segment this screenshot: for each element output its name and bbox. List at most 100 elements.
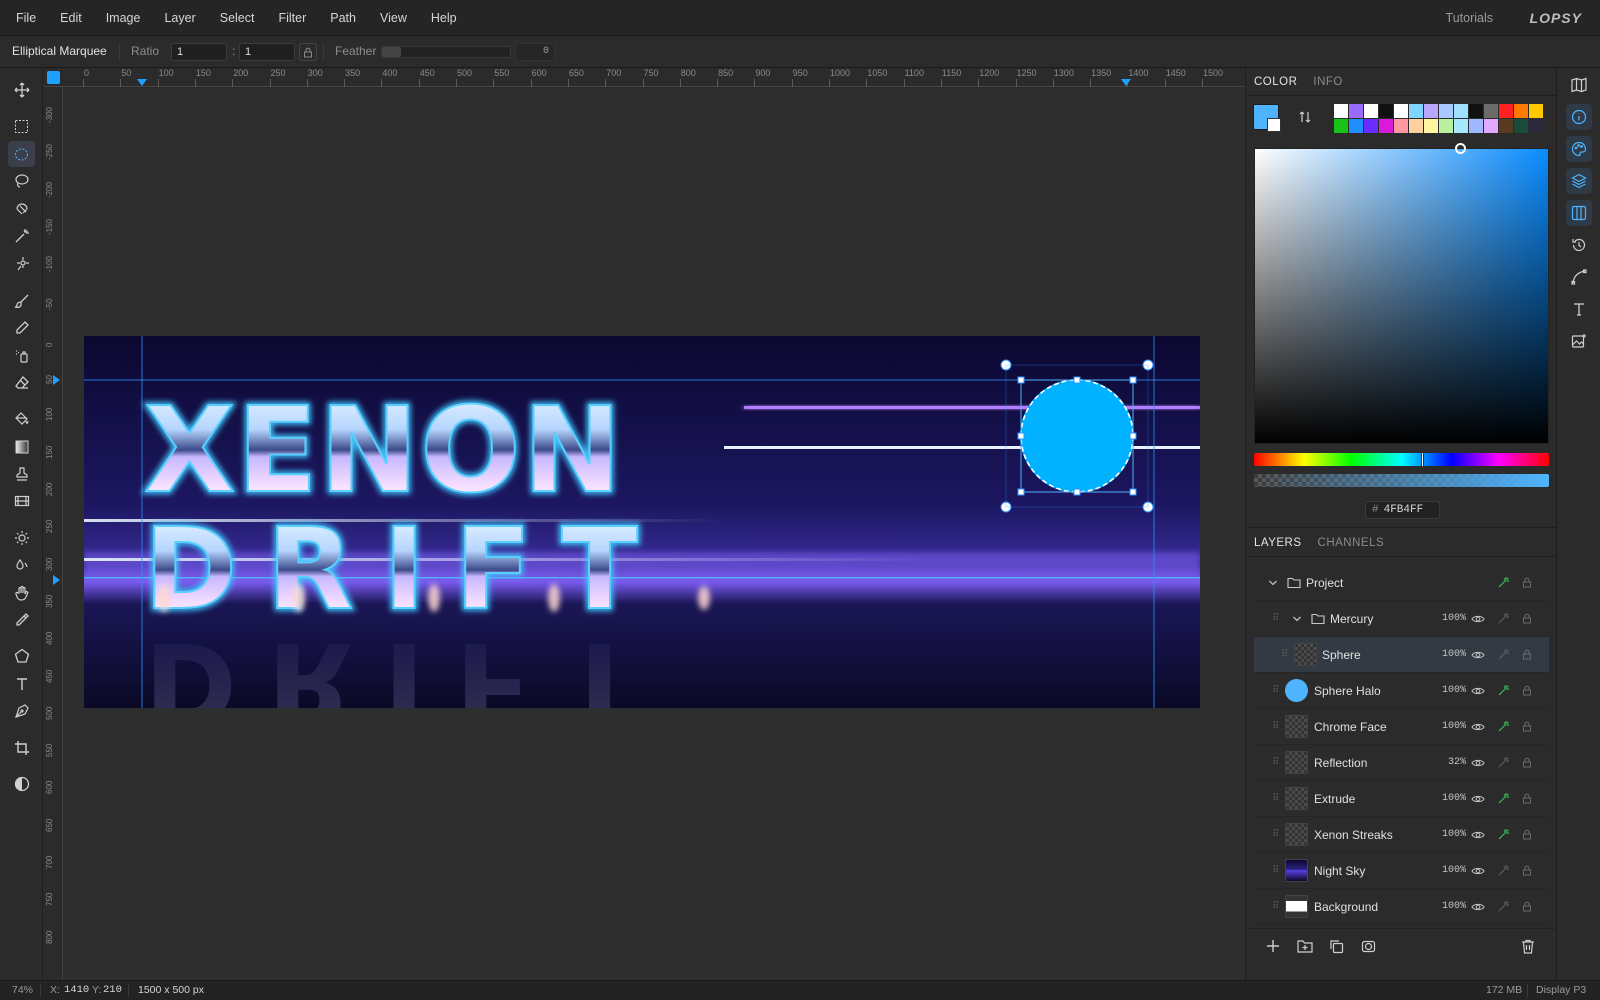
swap-colors-button[interactable] [1298, 110, 1312, 124]
contrast-tool[interactable] [8, 771, 35, 797]
eye-icon[interactable] [1471, 830, 1485, 840]
burn-tool[interactable] [8, 552, 35, 578]
info-panel-button[interactable] [1566, 104, 1592, 130]
eye-icon[interactable] [1471, 650, 1485, 660]
palette-swatch[interactable] [1484, 104, 1498, 118]
menu-view[interactable]: View [368, 0, 419, 36]
layer-opacity[interactable]: 32% [1436, 757, 1466, 768]
ruler-marker-left[interactable] [137, 79, 147, 86]
effects-wand-icon[interactable] [1497, 756, 1510, 769]
palette-swatch[interactable] [1394, 119, 1408, 133]
palette-swatch[interactable] [1499, 104, 1513, 118]
drag-handle-icon[interactable]: ⠿ [1281, 649, 1288, 660]
palette-swatch[interactable] [1379, 104, 1393, 118]
palette-swatch[interactable] [1454, 104, 1468, 118]
delete-layer-button[interactable] [1521, 939, 1535, 954]
layer-row[interactable]: ⠿ Night Sky 100% [1254, 853, 1549, 889]
feather-value[interactable]: 0 [515, 43, 555, 61]
effects-wand-icon[interactable] [1497, 864, 1510, 877]
palette-swatch[interactable] [1394, 104, 1408, 118]
ratio-lock-button[interactable] [299, 43, 317, 61]
character-panel-button[interactable] [1566, 296, 1592, 322]
menu-path[interactable]: Path [318, 0, 368, 36]
drag-handle-icon[interactable]: ⠿ [1272, 685, 1279, 696]
eye-icon[interactable] [1471, 686, 1485, 696]
lock-icon[interactable] [1522, 649, 1532, 660]
clone-stamp-tool[interactable] [8, 461, 35, 487]
paint-bucket-tool[interactable] [8, 406, 35, 432]
effects-wand-icon[interactable] [1497, 684, 1510, 697]
spray-tool[interactable] [8, 343, 35, 369]
add-group-button[interactable] [1297, 939, 1313, 953]
lock-icon[interactable] [1522, 865, 1532, 876]
hex-input[interactable]: #4FB4FF [1365, 501, 1440, 519]
layer-mask-button[interactable] [1361, 939, 1376, 954]
eye-icon[interactable] [1471, 866, 1485, 876]
image-panel-button[interactable] [1566, 328, 1592, 354]
menu-edit[interactable]: Edit [48, 0, 94, 36]
background-color-swatch[interactable] [1267, 118, 1281, 132]
ruler-marker-top[interactable] [53, 375, 60, 385]
layer-row[interactable]: ⠿ Extrude 100% [1254, 781, 1549, 817]
drag-handle-icon[interactable]: ⠿ [1272, 829, 1279, 840]
layer-row[interactable]: ⠿ Reflection 32% [1254, 745, 1549, 781]
gradient-tool[interactable] [8, 434, 35, 460]
layer-opacity[interactable]: 100% [1436, 793, 1466, 804]
layer-row[interactable]: ⠿ Xenon Streaks 100% [1254, 817, 1549, 853]
ellipse-marquee-tool[interactable] [8, 141, 35, 167]
chevron-down-icon[interactable] [1268, 579, 1278, 587]
ratio-height-input[interactable] [239, 43, 295, 61]
color-profile[interactable]: Display P3 [1536, 981, 1586, 1000]
menu-image[interactable]: Image [94, 0, 153, 36]
pencil-tool[interactable] [8, 315, 35, 341]
effects-wand-icon[interactable] [1497, 612, 1510, 625]
layer-row[interactable]: ⠿ Background 100% [1254, 889, 1549, 925]
tab-layers[interactable]: LAYERS [1246, 528, 1310, 556]
feather-slider-thumb[interactable] [382, 47, 401, 57]
menu-filter[interactable]: Filter [266, 0, 318, 36]
move-tool[interactable] [8, 77, 35, 103]
color-picker-handle[interactable] [1455, 143, 1466, 154]
pattern-tool[interactable] [8, 488, 35, 514]
layer-row[interactable]: ⠿ Sphere Halo 100% [1254, 673, 1549, 709]
palette-swatch[interactable] [1409, 104, 1423, 118]
tab-info[interactable]: INFO [1305, 68, 1350, 95]
palette-swatch[interactable] [1409, 119, 1423, 133]
ratio-width-input[interactable] [171, 43, 227, 61]
lock-icon[interactable] [1522, 901, 1532, 912]
lock-icon[interactable] [1522, 757, 1532, 768]
saturation-value-picker[interactable] [1254, 143, 1549, 444]
palette-swatch[interactable] [1469, 119, 1483, 133]
effects-wand-icon[interactable] [1497, 900, 1510, 913]
layer-opacity[interactable]: 100% [1436, 865, 1466, 876]
eye-icon[interactable] [1471, 794, 1485, 804]
palette-swatch[interactable] [1439, 119, 1453, 133]
paths-panel-button[interactable] [1566, 264, 1592, 290]
drag-handle-icon[interactable]: ⠿ [1272, 757, 1279, 768]
menu-help[interactable]: Help [419, 0, 469, 36]
ruler-marker-right[interactable] [1121, 79, 1131, 86]
lock-icon[interactable] [1522, 829, 1532, 840]
navigator-panel-button[interactable] [1566, 72, 1592, 98]
layer-row[interactable]: ⠿ Chrome Face 100% [1254, 709, 1549, 745]
palette-swatch[interactable] [1469, 104, 1483, 118]
lock-icon[interactable] [1522, 577, 1532, 588]
palette-swatch[interactable] [1439, 104, 1453, 118]
quick-select-tool[interactable] [8, 251, 35, 277]
menu-file[interactable]: File [12, 0, 48, 36]
rect-marquee-tool[interactable] [8, 113, 35, 139]
palette-swatch[interactable] [1454, 119, 1468, 133]
palette-swatch[interactable] [1484, 119, 1498, 133]
tab-color[interactable]: COLOR [1246, 68, 1305, 95]
layer-opacity[interactable]: 100% [1436, 649, 1466, 660]
ruler-origin-button[interactable] [47, 71, 60, 84]
palette-swatch[interactable] [1364, 119, 1378, 133]
eyedropper-tool[interactable] [8, 607, 35, 633]
palette-swatch[interactable] [1349, 104, 1363, 118]
layer-row[interactable]: Project [1254, 565, 1549, 601]
lasso-tool[interactable] [8, 168, 35, 194]
eye-icon[interactable] [1471, 614, 1485, 624]
effects-wand-icon[interactable] [1497, 720, 1510, 733]
palette-swatch[interactable] [1499, 119, 1513, 133]
add-layer-button[interactable] [1266, 939, 1280, 953]
